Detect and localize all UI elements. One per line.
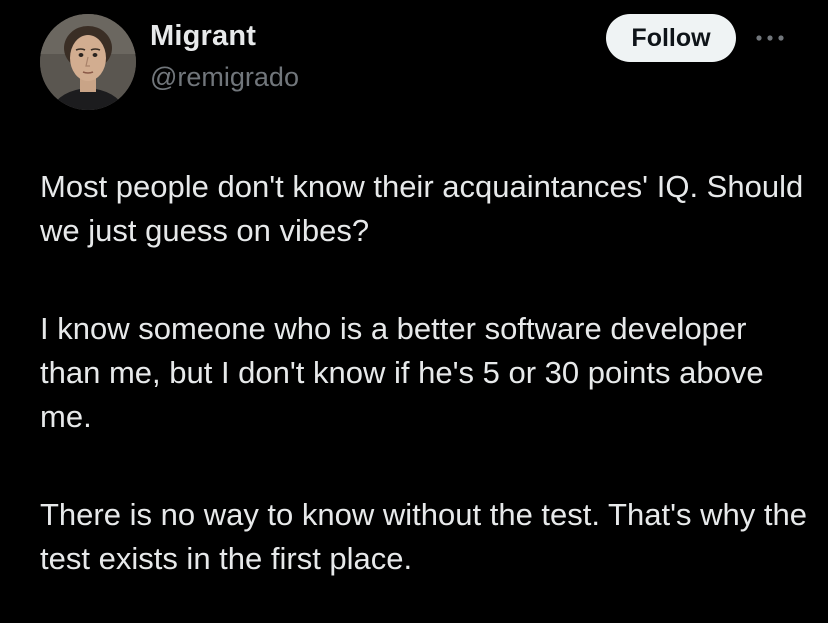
more-options-button[interactable] xyxy=(752,26,788,50)
user-avatar-icon xyxy=(40,14,136,110)
author-handle[interactable]: @remigrado xyxy=(150,62,299,93)
tweet-paragraph: I know someone who is a better software … xyxy=(40,311,764,434)
tweet-paragraph: Most people don't know their acquaintanc… xyxy=(40,169,804,248)
follow-button[interactable]: Follow xyxy=(606,14,736,62)
avatar[interactable] xyxy=(40,14,136,110)
tweet-card: Migrant @remigrado Follow Most people do… xyxy=(0,0,828,623)
more-horizontal-icon xyxy=(756,35,784,41)
author-display-name[interactable]: Migrant xyxy=(150,20,256,53)
tweet-text: Most people don't know their acquaintanc… xyxy=(40,165,810,581)
tweet-paragraph: There is no way to know without the test… xyxy=(40,497,807,576)
